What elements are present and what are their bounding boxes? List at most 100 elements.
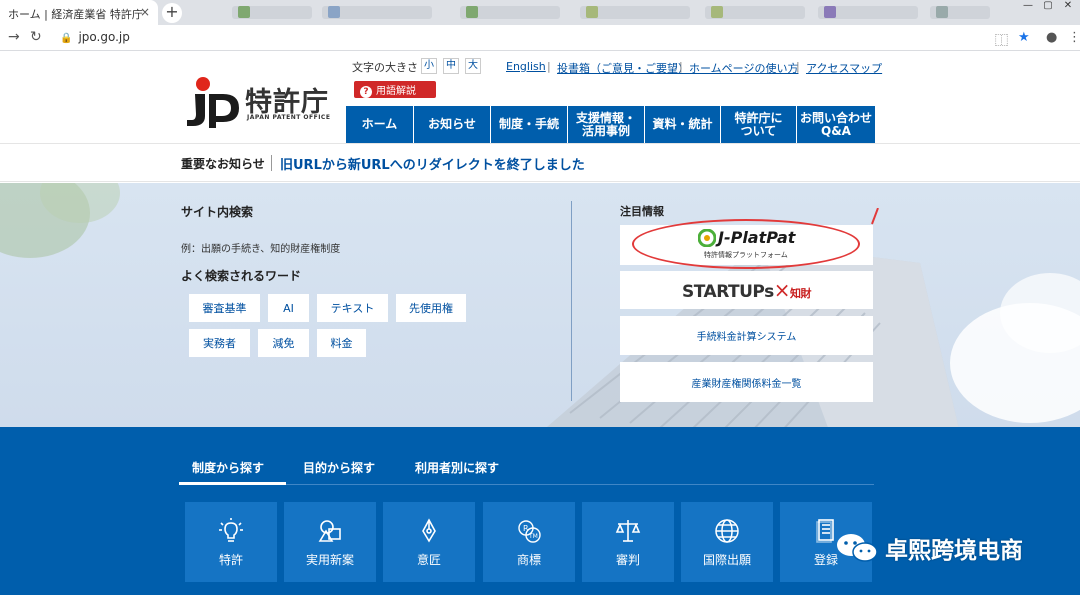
browser-tab[interactable] bbox=[322, 6, 432, 19]
jplatpat-logo: J-PlatPat 特許情報プラットフォーム bbox=[620, 219, 873, 269]
keyword-button[interactable]: 実務者 bbox=[189, 329, 250, 357]
keyword-button[interactable]: テキスト bbox=[317, 294, 388, 322]
nav-contact-qa[interactable]: お問い合わせ Q&A bbox=[797, 106, 875, 143]
jplatpat-banner[interactable]: J-PlatPat 特許情報プラットフォーム bbox=[620, 219, 873, 269]
active-tab-indicator bbox=[179, 482, 286, 485]
translate-icon[interactable]: ⿰ bbox=[995, 30, 1008, 49]
suggestion-box-link[interactable]: 投書箱（ご意見・ご要望） bbox=[557, 60, 689, 76]
fee-list-link[interactable]: 産業財産権関係料金一覧 bbox=[620, 362, 873, 402]
svg-text:R: R bbox=[523, 524, 529, 533]
browser-tab[interactable] bbox=[705, 6, 805, 19]
shapes-icon bbox=[318, 520, 341, 542]
reload-icon[interactable]: ↻ bbox=[30, 29, 42, 45]
fee-calc-system-link[interactable]: 手続料金計算システム bbox=[620, 316, 873, 355]
glossary-button[interactable]: ? 用語解説 bbox=[354, 81, 436, 98]
category-patent[interactable]: 特許 bbox=[185, 502, 277, 582]
glossary-label: 用語解説 bbox=[376, 86, 416, 97]
cloud-image bbox=[950, 273, 1080, 423]
forward-arrow-icon[interactable]: → bbox=[8, 29, 20, 45]
browser-tab[interactable] bbox=[460, 6, 560, 19]
site-usage-link[interactable]: ホームページの使い方 bbox=[689, 60, 798, 76]
startups-logo: STARTUPs×知財 bbox=[682, 278, 811, 302]
address-url: jpo.go.jp bbox=[78, 30, 130, 44]
nav-about[interactable]: 特許庁に ついて bbox=[721, 106, 797, 143]
profile-icon[interactable]: ● bbox=[1046, 30, 1057, 45]
notice-divider bbox=[271, 155, 272, 171]
nav-news[interactable]: お知らせ bbox=[414, 106, 491, 143]
fontsize-medium-button[interactable]: 中 bbox=[443, 58, 459, 74]
category-design[interactable]: 意匠 bbox=[383, 502, 475, 582]
pen-nib-icon bbox=[422, 518, 436, 543]
question-icon: ? bbox=[360, 86, 372, 98]
english-link[interactable]: English bbox=[506, 60, 546, 73]
keyword-button[interactable]: 減免 bbox=[258, 329, 309, 357]
watermark: 卓熙跨境电商 bbox=[835, 527, 1055, 567]
lightbulb-icon bbox=[219, 518, 243, 542]
highlight-circle-annotation bbox=[632, 219, 860, 269]
menu-kebab-icon[interactable]: ⋮ bbox=[1068, 30, 1080, 45]
category-label: 実用新案 bbox=[305, 553, 354, 567]
notice-link[interactable]: 旧URLから新URLへのリダイレクトを終了しました bbox=[280, 154, 585, 173]
address-bar[interactable]: 🔒 jpo.go.jp bbox=[50, 28, 1010, 48]
minimize-button[interactable]: — bbox=[1018, 0, 1038, 14]
tab-close-icon[interactable]: × bbox=[140, 5, 150, 19]
global-nav: ホーム お知らせ 制度・手続 支援情報・ 活用事例 資料・統計 特許庁に ついて… bbox=[346, 106, 875, 143]
startups-x: × bbox=[773, 278, 791, 302]
category-trial[interactable]: 審判 bbox=[582, 502, 674, 582]
category-label: 審判 bbox=[615, 553, 640, 567]
logo-subtitle: JAPAN PATENT OFFICE bbox=[247, 114, 331, 121]
category-utility-model[interactable]: 実用新案 bbox=[284, 502, 376, 582]
category-section: 制度から探す 目的から探す 利用者別に探す 特許 実用新案 意匠 R TM 商標… bbox=[0, 427, 1080, 595]
category-label: 国際出願 bbox=[702, 553, 751, 567]
scales-icon bbox=[615, 520, 641, 542]
close-window-button[interactable]: ✕ bbox=[1058, 0, 1078, 14]
util-separator: | bbox=[796, 60, 800, 73]
keyword-button[interactable]: 審査基準 bbox=[189, 294, 260, 322]
site-search-title: サイト内検索 bbox=[181, 205, 254, 219]
startups-text: STARTUPs bbox=[682, 282, 774, 302]
jpo-logo[interactable]: 特許庁 JAPAN PATENT OFFICE bbox=[183, 70, 333, 130]
keyword-button[interactable]: 先使用権 bbox=[396, 294, 466, 322]
site-header: 特許庁 JAPAN PATENT OFFICE 文字の大きさ 小 中 大 ? 用語… bbox=[0, 52, 1080, 143]
keyword-button[interactable]: 料金 bbox=[317, 329, 366, 357]
svg-text:TM: TM bbox=[528, 533, 538, 540]
nav-home[interactable]: ホーム bbox=[346, 106, 414, 143]
keyword-button[interactable]: AI bbox=[268, 294, 309, 322]
nav-materials-statistics[interactable]: 資料・統計 bbox=[645, 106, 721, 143]
hero-divider bbox=[571, 201, 572, 401]
jpo-logo-mark-icon bbox=[187, 77, 239, 128]
tab-by-purpose[interactable]: 目的から探す bbox=[303, 459, 375, 476]
util-separator: | bbox=[547, 60, 551, 73]
fontsize-large-button[interactable]: 大 bbox=[465, 58, 481, 74]
tab-by-system[interactable]: 制度から探す bbox=[192, 459, 264, 476]
globe-icon bbox=[715, 519, 739, 543]
browser-tab-active[interactable]: ホーム | 経済産業省 特許庁 bbox=[0, 0, 158, 25]
tree-image bbox=[0, 183, 120, 258]
browser-tabstrip: ホーム | 経済産業省 特許庁 × + — ▢ ✕ bbox=[0, 0, 1080, 25]
category-label: 意匠 bbox=[416, 553, 441, 567]
site-search-input[interactable]: 例：出願の手続き、知的財産権制度 bbox=[181, 240, 340, 255]
fontsize-label: 文字の大きさ bbox=[352, 61, 418, 74]
category-international[interactable]: 国際出願 bbox=[681, 502, 773, 582]
new-tab-button[interactable]: + bbox=[162, 3, 182, 23]
browser-tab[interactable] bbox=[580, 6, 690, 19]
star-icon[interactable]: ★ bbox=[1018, 30, 1030, 45]
category-trademark[interactable]: R TM 商標 bbox=[483, 502, 575, 582]
maximize-button[interactable]: ▢ bbox=[1038, 0, 1058, 14]
lock-icon: 🔒 bbox=[60, 33, 73, 44]
browser-toolbar: → ↻ 🔒 jpo.go.jp ⿰ ★ ● ⋮ bbox=[0, 25, 1080, 51]
browser-tab[interactable] bbox=[930, 6, 990, 19]
nav-system-procedures[interactable]: 制度・手続 bbox=[491, 106, 568, 143]
fontsize-small-button[interactable]: 小 bbox=[421, 58, 437, 74]
startups-banner[interactable]: STARTUPs×知財 bbox=[620, 271, 873, 309]
startups-chizai: 知財 bbox=[789, 287, 812, 300]
nav-support-cases[interactable]: 支援情報・ 活用事例 bbox=[568, 106, 645, 143]
category-label: 特許 bbox=[218, 553, 243, 567]
browser-tab[interactable] bbox=[232, 6, 312, 19]
tab-by-user[interactable]: 利用者別に探す bbox=[415, 459, 499, 476]
annotation-mark-icon bbox=[871, 208, 879, 225]
hero-section: サイト内検索 例：出願の手続き、知的財産権制度 よく検索されるワード 審査基準 … bbox=[0, 183, 1080, 427]
notice-label: 重要なお知らせ bbox=[181, 157, 265, 171]
browser-tab[interactable] bbox=[818, 6, 918, 19]
access-map-link[interactable]: アクセスマップ bbox=[806, 60, 882, 76]
